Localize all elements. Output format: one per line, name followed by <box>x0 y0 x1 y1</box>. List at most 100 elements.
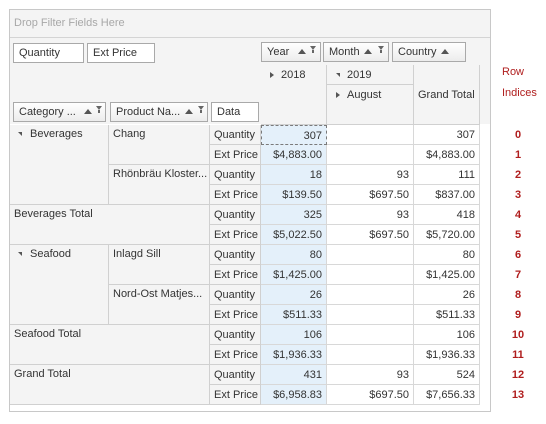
value-cell-2018[interactable]: 18 <box>261 165 327 185</box>
row-index: 13 <box>511 389 525 401</box>
value-cell-grand-total[interactable]: 307 <box>414 125 480 145</box>
column-header-2019[interactable]: 2019 <box>327 65 414 85</box>
value-cell-grand-total[interactable]: $837.00 <box>414 185 480 205</box>
value-cell-grand-total[interactable]: $1,425.00 <box>414 265 480 285</box>
expand-icon[interactable] <box>270 72 274 78</box>
data-field-cell[interactable]: Ext Price <box>210 385 261 405</box>
value-cell-2019[interactable] <box>327 145 414 165</box>
value-cell-grand-total[interactable]: 418 <box>414 205 480 225</box>
row-indices-header-line2: Indices <box>502 87 537 99</box>
row-index: 6 <box>514 249 522 261</box>
value-cell-2019[interactable]: 93 <box>327 165 414 185</box>
value-cell-2018[interactable]: 80 <box>261 245 327 265</box>
value-cell-grand-total[interactable]: 80 <box>414 245 480 265</box>
value-cell-grand-total[interactable]: 106 <box>414 325 480 345</box>
value-cell-2019[interactable]: 93 <box>327 205 414 225</box>
field-label-category: Category ... <box>19 106 76 118</box>
value-cell-2019[interactable] <box>327 265 414 285</box>
value-cell-2018[interactable]: 307 <box>261 125 327 145</box>
value-cell-2018[interactable]: $1,425.00 <box>261 265 327 285</box>
data-field-cell[interactable]: Quantity <box>210 205 261 225</box>
expand-icon[interactable] <box>336 92 340 98</box>
value-cell-grand-total[interactable]: $5,720.00 <box>414 225 480 245</box>
field-button-year[interactable]: Year <box>261 42 321 62</box>
value-cell-2019[interactable]: $697.50 <box>327 385 414 405</box>
data-field-cell[interactable]: Quantity <box>210 325 261 345</box>
collapse-icon[interactable] <box>336 73 340 77</box>
data-field-cell[interactable]: Ext Price <box>210 225 261 245</box>
product-label: Nord-Ost Matjes... <box>113 288 203 300</box>
value-cell-2018[interactable]: 431 <box>261 365 327 385</box>
column-header-grand-total[interactable]: Grand Total <box>414 65 480 125</box>
sort-ascending-icon <box>298 49 306 54</box>
column-header-2018[interactable]: 2018 <box>261 65 327 125</box>
data-field-cell[interactable]: Quantity <box>210 125 261 145</box>
data-field-cell[interactable]: Quantity <box>210 245 261 265</box>
value-cell-2019[interactable] <box>327 305 414 325</box>
filter-icon[interactable] <box>198 106 204 113</box>
field-label-product-name: Product Na... <box>116 106 181 118</box>
data-field-cell[interactable]: Ext Price <box>210 345 261 365</box>
row-seafood-total[interactable]: Seafood Total <box>10 325 210 365</box>
value-cell-2019[interactable] <box>327 125 414 145</box>
row-total-label: Seafood Total <box>14 328 82 340</box>
filter-icon[interactable] <box>96 106 102 113</box>
row-grand-total[interactable]: Grand Total <box>10 365 210 405</box>
value-cell-grand-total[interactable]: $7,656.33 <box>414 385 480 405</box>
data-field-cell[interactable]: Quantity <box>210 285 261 305</box>
data-field-cell[interactable]: Ext Price <box>210 185 261 205</box>
value-cell-2018[interactable]: 325 <box>261 205 327 225</box>
row-beverages-total[interactable]: Beverages Total <box>10 205 210 245</box>
field-button-product-name[interactable]: Product Na... <box>110 102 208 122</box>
row-product-rhonbrau[interactable]: Rhönbräu Kloster... <box>109 165 210 205</box>
data-field-cell[interactable]: Ext Price <box>210 305 261 325</box>
row-product-nord-ost[interactable]: Nord-Ost Matjes... <box>109 285 210 325</box>
row-group-seafood[interactable]: Seafood <box>10 245 109 325</box>
value-cell-grand-total[interactable]: 111 <box>414 165 480 185</box>
sort-ascending-icon <box>364 49 372 54</box>
value-cell-2018[interactable]: $1,936.33 <box>261 345 327 365</box>
product-label: Rhönbräu Kloster... <box>113 168 208 180</box>
filter-icon[interactable] <box>378 46 384 53</box>
row-group-beverages[interactable]: Beverages <box>10 125 109 205</box>
value-cell-2018[interactable]: 26 <box>261 285 327 305</box>
value-cell-2018[interactable]: $4,883.00 <box>261 145 327 165</box>
data-field-cell[interactable]: Ext Price <box>210 145 261 165</box>
value-cell-2019[interactable] <box>327 285 414 305</box>
value-cell-grand-total[interactable]: 524 <box>414 365 480 385</box>
row-product-inlagd-sill[interactable]: Inlagd Sill <box>109 245 210 285</box>
value-cell-grand-total[interactable]: $4,883.00 <box>414 145 480 165</box>
field-button-quantity[interactable]: Quantity <box>13 43 84 63</box>
field-button-month[interactable]: Month <box>323 42 389 62</box>
value-cell-2019[interactable] <box>327 325 414 345</box>
field-button-data[interactable]: Data <box>211 102 259 122</box>
filter-icon[interactable] <box>310 46 316 53</box>
value-cell-2019[interactable]: 93 <box>327 365 414 385</box>
column-header-august[interactable]: August <box>327 85 414 125</box>
value-cell-2019[interactable] <box>327 245 414 265</box>
collapse-icon[interactable] <box>18 252 22 256</box>
value-cell-2019[interactable]: $697.50 <box>327 225 414 245</box>
value-cell-2018[interactable]: $139.50 <box>261 185 327 205</box>
value-cell-grand-total[interactable]: $511.33 <box>414 305 480 325</box>
row-group-label: Seafood <box>30 248 71 260</box>
data-field-cell[interactable]: Quantity <box>210 165 261 185</box>
value-cell-2018[interactable]: $511.33 <box>261 305 327 325</box>
field-button-ext-price[interactable]: Ext Price <box>87 43 155 63</box>
row-product-chang[interactable]: Chang <box>109 125 210 165</box>
value-cell-2018[interactable]: 106 <box>261 325 327 345</box>
data-field-cell[interactable]: Quantity <box>210 365 261 385</box>
value-cell-grand-total[interactable]: 26 <box>414 285 480 305</box>
row-indices-header-line1: Row <box>502 66 525 78</box>
value-cell-grand-total[interactable]: $1,936.33 <box>414 345 480 365</box>
data-field-cell[interactable]: Ext Price <box>210 265 261 285</box>
value-cell-2018[interactable]: $6,958.83 <box>261 385 327 405</box>
year-label-2018: 2018 <box>281 69 306 81</box>
value-cell-2019[interactable]: $697.50 <box>327 185 414 205</box>
collapse-icon[interactable] <box>18 132 22 136</box>
field-button-category[interactable]: Category ... <box>13 102 106 122</box>
value-cell-2018[interactable]: $5,022.50 <box>261 225 327 245</box>
field-button-country[interactable]: Country <box>392 42 466 62</box>
row-index: 8 <box>514 289 522 301</box>
value-cell-2019[interactable] <box>327 345 414 365</box>
